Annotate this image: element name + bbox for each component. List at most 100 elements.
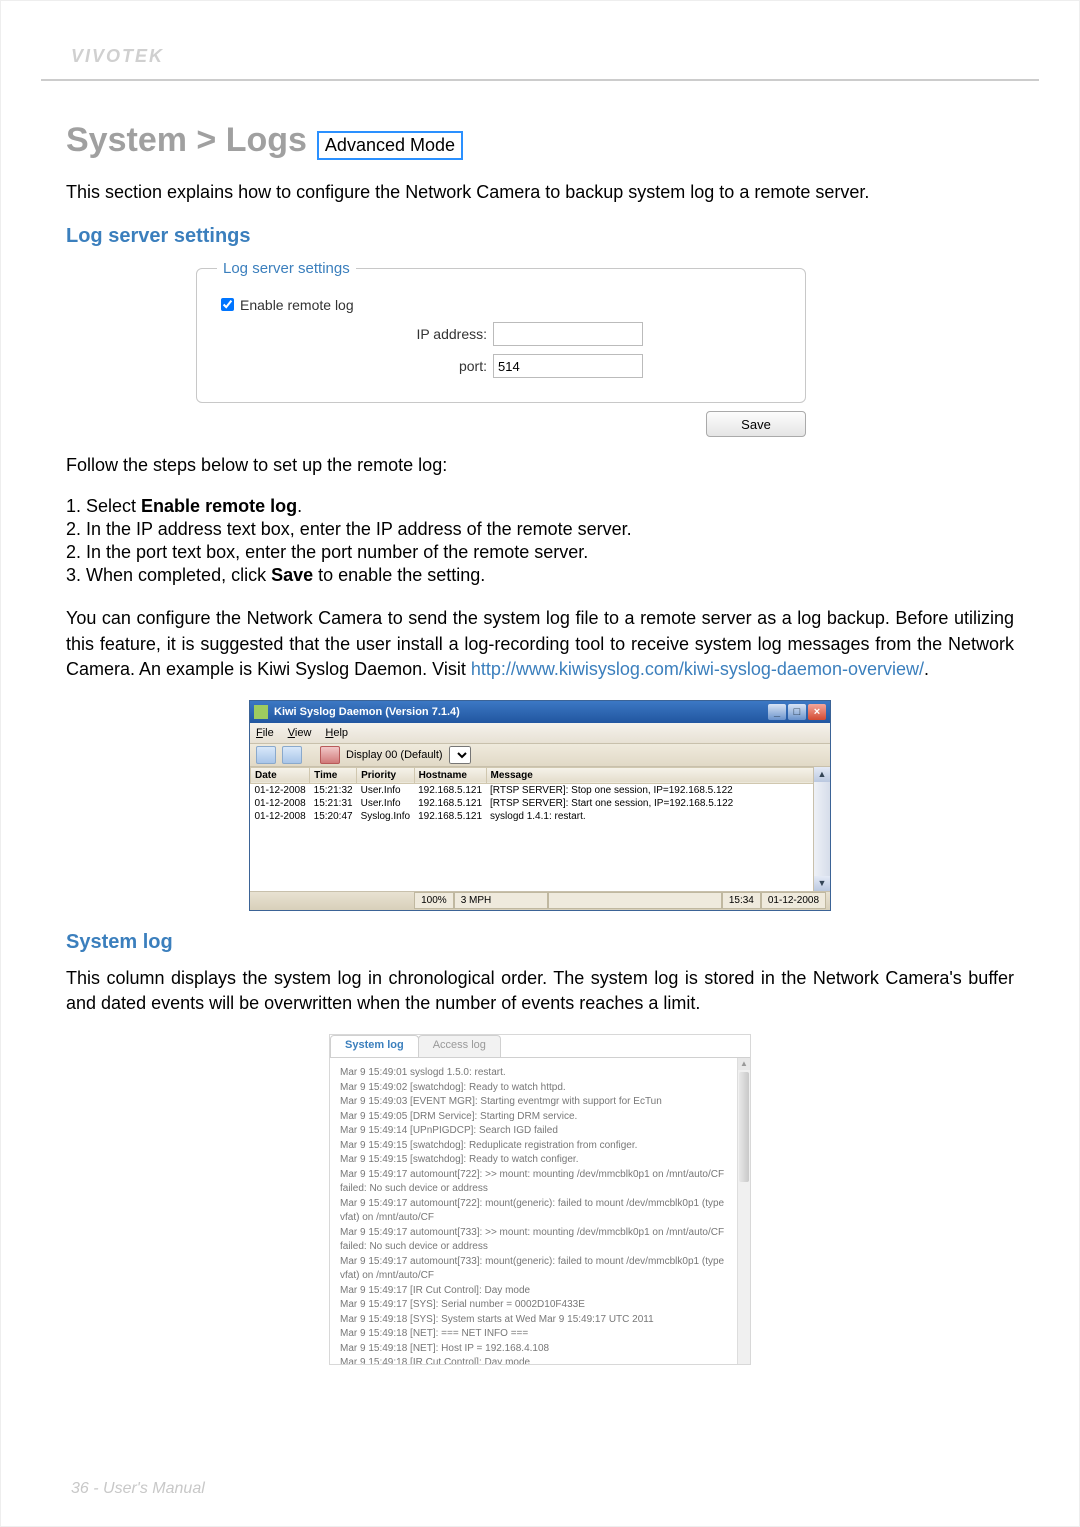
log-line: Mar 9 15:49:17 [IR Cut Control]: Day mod… — [340, 1284, 740, 1299]
close-icon[interactable]: × — [808, 704, 826, 720]
kiwi-title: Kiwi Syslog Daemon (Version 7.1.4) — [274, 706, 460, 718]
toolbar-button-2[interactable] — [282, 746, 302, 764]
log-line: Mar 9 15:49:17 [SYS]: Serial number = 00… — [340, 1298, 740, 1313]
advanced-mode-badge: Advanced Mode — [317, 131, 463, 160]
log-line: Mar 9 15:49:17 automount[722]: mount(gen… — [340, 1197, 740, 1226]
kiwi-app-icon — [254, 705, 268, 719]
status-mph: 3 MPH — [454, 892, 548, 909]
scroll-up-icon[interactable]: ▲ — [738, 1058, 750, 1070]
display-select[interactable] — [449, 746, 471, 764]
kiwi-statusbar: 100% 3 MPH 15:34 01-12-2008 — [250, 891, 830, 910]
remote-text-2: . — [924, 659, 929, 679]
log-line: Mar 9 15:49:03 [EVENT MGR]: Starting eve… — [340, 1095, 740, 1110]
scroll-thumb[interactable] — [739, 1072, 749, 1182]
log-line: Mar 9 15:49:15 [swatchdog]: Reduplicate … — [340, 1139, 740, 1154]
kiwi-titlebar[interactable]: Kiwi Syslog Daemon (Version 7.1.4) _ □ × — [250, 701, 830, 723]
table-cell: User.Info — [357, 783, 414, 797]
steps-intro: Follow the steps below to set up the rem… — [66, 453, 1014, 478]
column-header[interactable]: Priority — [357, 767, 414, 783]
intro-paragraph: This section explains how to configure t… — [66, 180, 1014, 205]
table-cell: 15:21:32 — [310, 783, 357, 797]
system-log-heading: System log — [66, 931, 1014, 954]
kiwi-log-table: DateTimePriorityHostnameMessage 01-12-20… — [250, 767, 830, 823]
tab-access-log[interactable]: Access log — [418, 1035, 501, 1057]
toolbar-button-1[interactable] — [256, 746, 276, 764]
status-date: 01-12-2008 — [761, 892, 826, 909]
remote-paragraph: You can configure the Network Camera to … — [66, 606, 1014, 682]
column-header[interactable]: Message — [486, 767, 829, 783]
page-footer: 36 - User's Manual — [71, 1480, 205, 1498]
column-header[interactable]: Date — [251, 767, 310, 783]
table-cell: 01-12-2008 — [251, 797, 310, 810]
kiwi-scrollbar[interactable]: ▲ ▼ — [813, 767, 830, 891]
log-line: Mar 9 15:49:18 [NET]: Host IP = 192.168.… — [340, 1342, 740, 1357]
header-rule — [41, 79, 1039, 81]
display-label: Display 00 (Default) — [346, 749, 443, 761]
table-cell: 15:21:31 — [310, 797, 357, 810]
system-log-paragraph: This column displays the system log in c… — [66, 966, 1014, 1016]
table-cell: 01-12-2008 — [251, 783, 310, 797]
log-server-legend: Log server settings — [217, 260, 356, 277]
table-row[interactable]: 01-12-200815:21:32User.Info192.168.5.121… — [251, 783, 830, 797]
table-cell: User.Info — [357, 797, 414, 810]
menu-item[interactable]: Help — [325, 727, 348, 739]
ip-address-input[interactable] — [493, 322, 643, 346]
step-item: 2. In the IP address text box, enter the… — [66, 519, 1014, 540]
step-item: 3. When completed, click Save to enable … — [66, 565, 1014, 586]
log-server-fieldset: Log server settings Enable remote log IP… — [196, 260, 806, 403]
port-input[interactable] — [493, 354, 643, 378]
brand-label: VIVOTEK — [71, 46, 164, 67]
ip-address-label: IP address: — [217, 326, 493, 342]
menu-item[interactable]: File — [256, 727, 274, 739]
table-cell: 192.168.5.121 — [414, 783, 486, 797]
steps-list: 1. Select Enable remote log.2. In the IP… — [66, 496, 1014, 586]
column-header[interactable]: Hostname — [414, 767, 486, 783]
maximize-icon[interactable]: □ — [788, 704, 806, 720]
status-spacer — [548, 892, 722, 909]
system-log-tabs: System logAccess log — [330, 1035, 750, 1057]
save-button[interactable]: Save — [706, 411, 806, 437]
log-line: Mar 9 15:49:05 [DRM Service]: Starting D… — [340, 1110, 740, 1125]
enable-remote-log-label: Enable remote log — [240, 297, 354, 313]
system-log-scrollbar[interactable]: ▲ — [737, 1058, 750, 1364]
table-cell: 192.168.5.121 — [414, 797, 486, 810]
column-header[interactable]: Time — [310, 767, 357, 783]
log-line: Mar 9 15:49:01 syslogd 1.5.0: restart. — [340, 1066, 740, 1081]
breadcrumb: System > Logs — [66, 121, 307, 160]
table-cell: Syslog.Info — [357, 810, 414, 823]
scroll-up-icon[interactable]: ▲ — [814, 767, 830, 782]
enable-remote-log-checkbox[interactable] — [221, 298, 234, 311]
table-cell: 192.168.5.121 — [414, 810, 486, 823]
step-item: 1. Select Enable remote log. — [66, 496, 1014, 517]
table-row[interactable]: 01-12-200815:20:47Syslog.Info192.168.5.1… — [251, 810, 830, 823]
table-cell: 01-12-2008 — [251, 810, 310, 823]
log-line: Mar 9 15:49:18 [NET]: === NET INFO === — [340, 1327, 740, 1342]
log-line: Mar 9 15:49:17 automount[722]: >> mount:… — [340, 1168, 740, 1197]
status-time: 15:34 — [722, 892, 761, 909]
table-row[interactable]: 01-12-200815:21:31User.Info192.168.5.121… — [251, 797, 830, 810]
kiwi-menubar: File View Help — [250, 723, 830, 744]
minimize-icon[interactable]: _ — [768, 704, 786, 720]
kiwi-syslog-window: Kiwi Syslog Daemon (Version 7.1.4) _ □ ×… — [249, 700, 831, 911]
table-cell: [RTSP SERVER]: Stop one session, IP=192.… — [486, 783, 829, 797]
log-line: Mar 9 15:49:17 automount[733]: mount(gen… — [340, 1255, 740, 1284]
scroll-down-icon[interactable]: ▼ — [814, 876, 830, 891]
table-cell: syslogd 1.4.1: restart. — [486, 810, 829, 823]
log-line: Mar 9 15:49:02 [swatchdog]: Ready to wat… — [340, 1081, 740, 1096]
toolbar-button-3[interactable] — [320, 746, 340, 764]
log-line: Mar 9 15:49:17 automount[733]: >> mount:… — [340, 1226, 740, 1255]
log-line: Mar 9 15:49:18 [SYS]: System starts at W… — [340, 1313, 740, 1328]
log-line: Mar 9 15:49:14 [UPnPIGDCP]: Search IGD f… — [340, 1124, 740, 1139]
menu-item[interactable]: View — [288, 727, 312, 739]
status-pct: 100% — [414, 892, 454, 909]
log-line: Mar 9 15:49:15 [swatchdog]: Ready to wat… — [340, 1153, 740, 1168]
system-log-body: Mar 9 15:49:01 syslogd 1.5.0: restart.Ma… — [330, 1057, 750, 1364]
tab-system-log[interactable]: System log — [330, 1035, 419, 1057]
page-title: System > Logs Advanced Mode — [66, 121, 1014, 160]
log-server-heading: Log server settings — [66, 225, 1014, 248]
kiwi-toolbar: Display 00 (Default) — [250, 744, 830, 767]
log-line: Mar 9 15:49:18 [IR Cut Control]: Day mod… — [340, 1356, 740, 1364]
kiwi-link[interactable]: http://www.kiwisyslog.com/kiwi-syslog-da… — [471, 659, 924, 679]
step-item: 2. In the port text box, enter the port … — [66, 542, 1014, 563]
table-cell: 15:20:47 — [310, 810, 357, 823]
